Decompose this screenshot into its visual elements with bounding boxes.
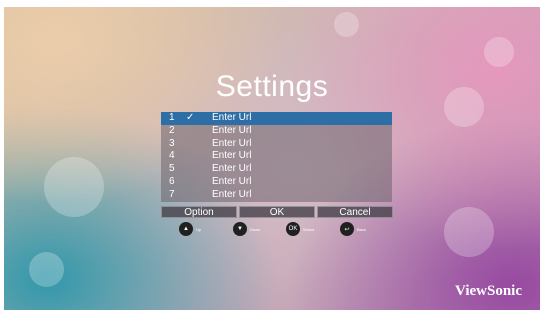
- check-icon: ✓: [186, 112, 195, 123]
- row-number: 1: [169, 112, 175, 123]
- list-item[interactable]: 3 Enter Url: [161, 138, 392, 151]
- cancel-button[interactable]: Cancel: [317, 206, 393, 218]
- row-number: 4: [169, 150, 175, 162]
- down-arrow-icon: ▼: [233, 222, 247, 236]
- row-number: 2: [169, 124, 175, 136]
- hint-down: ▼ Down: [233, 222, 260, 236]
- row-number: 5: [169, 163, 175, 175]
- hint-label: Up: [196, 226, 202, 232]
- hint-label: Down: [250, 226, 261, 232]
- hint-label: Select: [303, 226, 315, 232]
- list-item[interactable]: 1 ✓ Enter Url: [161, 112, 392, 125]
- hint-select: OK Select: [286, 222, 314, 236]
- ok-key-icon: OK: [286, 222, 300, 236]
- bokeh-circle: [444, 207, 494, 257]
- row-number: 7: [169, 188, 175, 200]
- row-label: Enter Url: [212, 137, 252, 149]
- list-item[interactable]: 7 Enter Url: [161, 189, 392, 202]
- page-title: Settings: [215, 70, 329, 103]
- row-label: Enter Url: [212, 112, 252, 123]
- row-label: Enter Url: [212, 150, 252, 162]
- row-number: 6: [169, 176, 175, 187]
- row-label: Enter Url: [212, 176, 252, 187]
- hint-label: Back: [357, 226, 366, 232]
- list-item[interactable]: 2 Enter Url: [161, 125, 392, 138]
- bokeh-circle: [484, 37, 514, 67]
- bokeh-circle: [334, 12, 359, 37]
- row-label: Enter Url: [212, 188, 252, 200]
- bokeh-circle: [44, 157, 104, 217]
- hint-back: ↩ Back: [340, 222, 366, 236]
- list-item[interactable]: 6 Enter Url: [161, 176, 392, 189]
- url-list: 1 ✓ Enter Url 2 Enter Url 3 Enter Url 4 …: [161, 112, 392, 202]
- row-label: Enter Url: [212, 124, 252, 136]
- list-item[interactable]: 4 Enter Url: [161, 150, 392, 163]
- ok-button[interactable]: OK: [239, 206, 315, 218]
- bokeh-circle: [29, 252, 64, 287]
- row-label: Enter Url: [212, 163, 252, 175]
- list-item[interactable]: 5 Enter Url: [161, 163, 392, 176]
- brand-logo: ViewSonic: [455, 283, 522, 299]
- option-button[interactable]: Option: [161, 206, 237, 218]
- back-icon: ↩: [340, 222, 354, 236]
- row-number: 3: [169, 137, 175, 149]
- hint-up: ▲ Up: [179, 222, 201, 236]
- up-arrow-icon: ▲: [179, 222, 193, 236]
- screen: Settings 1 ✓ Enter Url 2 Enter Url 3 Ent…: [4, 7, 540, 310]
